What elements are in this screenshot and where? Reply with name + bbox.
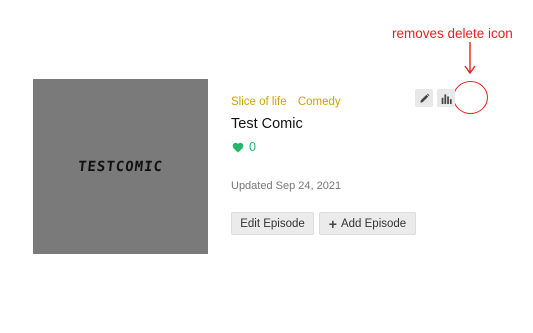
add-episode-button[interactable]: + Add Episode	[319, 212, 416, 235]
thumbnail-title: TESTCOMIC	[77, 158, 164, 175]
stats-button[interactable]	[437, 89, 455, 107]
edit-comic-button[interactable]	[415, 89, 433, 107]
add-episode-label: Add Episode	[340, 217, 407, 230]
comic-title[interactable]: Test Comic	[231, 116, 303, 132]
plus-icon: +	[328, 215, 337, 232]
heart-icon	[232, 142, 244, 152]
annotation-label: removes delete icon	[392, 26, 513, 41]
genre-tag[interactable]: Comedy	[298, 96, 341, 108]
like-count-value: 0	[249, 140, 256, 154]
annotation-arrow	[464, 42, 476, 75]
annotation-circle	[453, 81, 488, 114]
genre-tag[interactable]: Slice of life	[231, 96, 287, 108]
pencil-icon	[419, 93, 429, 103]
bar-chart-icon	[441, 93, 452, 104]
edit-episode-label: Edit Episode	[240, 217, 305, 230]
updated-date: Updated Sep 24, 2021	[231, 180, 342, 192]
edit-episode-button[interactable]: Edit Episode	[231, 212, 314, 235]
genre-list: Slice of life Comedy	[231, 96, 349, 108]
comic-thumbnail[interactable]: TESTCOMIC	[33, 79, 208, 254]
like-count: 0	[232, 140, 256, 154]
